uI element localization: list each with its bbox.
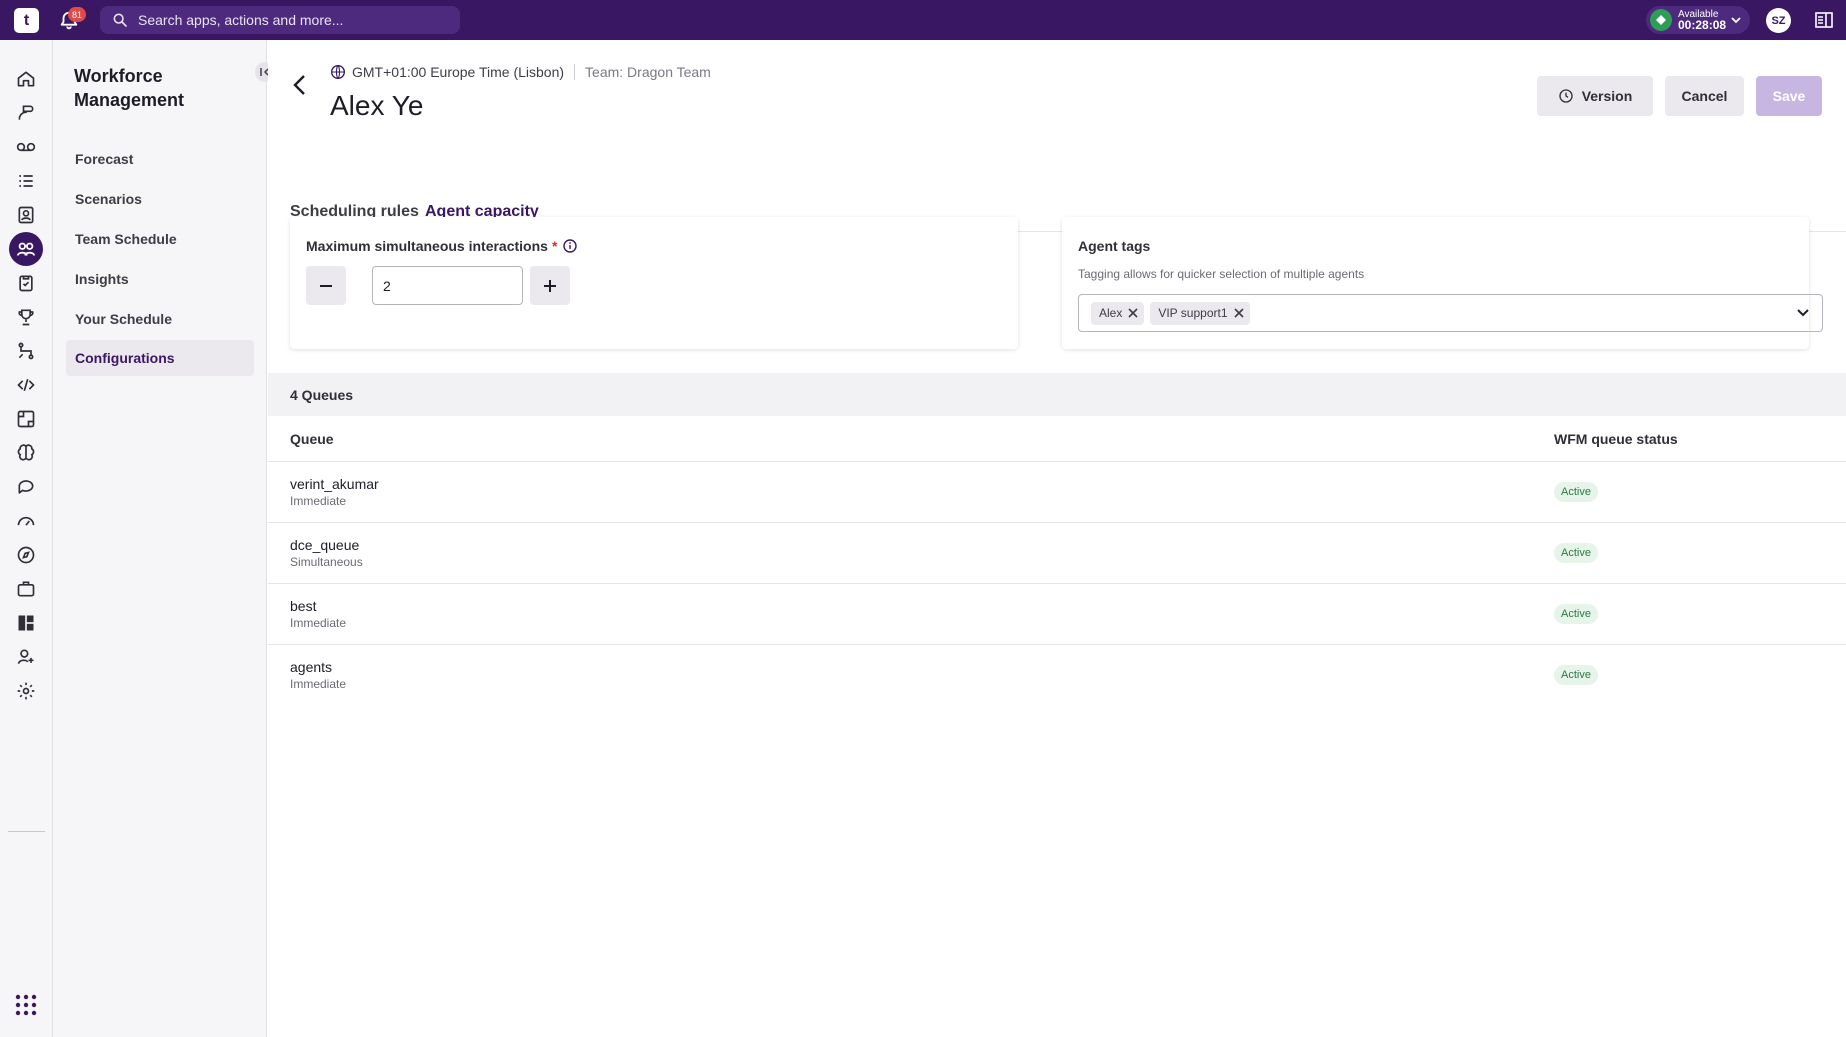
remove-tag-icon[interactable] (1128, 308, 1138, 318)
gauge-icon[interactable] (9, 504, 43, 538)
queue-table-header: Queue WFM queue status (268, 416, 1846, 462)
capacity-input[interactable] (372, 266, 523, 305)
section-title: Workforce Management (74, 66, 185, 110)
side-panel-icon[interactable] (1815, 11, 1833, 29)
trophy-icon[interactable] (9, 300, 43, 334)
nav-item-configurations[interactable]: Configurations (66, 340, 254, 376)
nav-item-your-schedule[interactable]: Your Schedule (66, 301, 254, 337)
agent-tags-select[interactable]: Alex VIP support1 (1078, 294, 1823, 332)
routing-icon[interactable] (9, 334, 43, 368)
agent-status-selector[interactable]: Available 00:28:08 (1646, 6, 1750, 34)
tag-chip-label: VIP support1 (1158, 306, 1228, 320)
table-row[interactable]: verint_akumar Immediate Active (268, 462, 1846, 523)
briefcase-icon[interactable] (9, 572, 43, 606)
voicemail-icon[interactable] (9, 130, 43, 164)
section-nav: Workforce Management Forecast Scenarios … (53, 40, 275, 1037)
header-meta: GMT+01:00 Europe Time (Lisbon) Team: Dra… (330, 64, 711, 80)
queue-name: dce_queue (290, 537, 360, 553)
chat-icon[interactable] (9, 470, 43, 504)
available-status-icon (1650, 9, 1672, 31)
search-icon (112, 12, 128, 28)
clipboard-icon[interactable] (9, 266, 43, 300)
required-mark: * (551, 238, 558, 254)
compass-icon[interactable] (9, 538, 43, 572)
tag-chip-label: Alex (1099, 306, 1123, 320)
capacity-label: Maximum simultaneous interactions (306, 238, 548, 254)
brain-icon[interactable] (9, 436, 43, 470)
remove-tag-icon[interactable] (1233, 308, 1244, 318)
agent-tags-card: Agent tags Tagging allows for quicker se… (1062, 217, 1823, 349)
queue-type: Immediate (290, 677, 347, 691)
contacts-book-icon[interactable] (9, 198, 43, 232)
nav-item-scenarios[interactable]: Scenarios (66, 181, 254, 217)
search-input[interactable] (138, 12, 438, 28)
code-icon[interactable] (9, 368, 43, 402)
column-header-status: WFM queue status (1554, 431, 1678, 447)
contact-icon[interactable] (9, 96, 43, 130)
meta-divider (574, 64, 576, 80)
agent-tags-label: Agent tags (1078, 238, 1151, 254)
info-icon[interactable] (563, 239, 578, 253)
status-badge: Active (1554, 543, 1598, 563)
app-rail (0, 40, 53, 1037)
layout-icon[interactable] (9, 402, 43, 436)
queue-type: Immediate (290, 616, 347, 630)
list-icon[interactable] (9, 164, 43, 198)
queue-name: best (290, 598, 317, 614)
tag-chip: VIP support1 (1150, 301, 1250, 325)
timezone-label: GMT+01:00 Europe Time (Lisbon) (352, 64, 565, 80)
user-avatar[interactable]: SZ (1766, 8, 1791, 33)
minus-icon (320, 284, 332, 287)
nav-item-team-schedule[interactable]: Team Schedule (66, 221, 254, 257)
nav-item-forecast[interactable]: Forecast (66, 141, 254, 177)
queue-name: verint_akumar (290, 476, 379, 492)
home-icon[interactable] (9, 62, 43, 96)
nav-item-insights[interactable]: Insights (66, 261, 254, 297)
capacity-card: Maximum simultaneous interactions * (290, 217, 1018, 349)
capacity-label-row: Maximum simultaneous interactions * (306, 238, 578, 254)
chevron-down-icon[interactable] (1796, 306, 1810, 320)
chevron-down-icon (1730, 15, 1742, 25)
queue-type: Simultaneous (290, 555, 363, 569)
status-badge: Active (1554, 482, 1598, 502)
globe-icon (330, 64, 346, 80)
status-timer: 00:28:08 (1678, 18, 1727, 32)
apps-grid-icon[interactable] (15, 994, 37, 1016)
notification-badge: 81 (68, 7, 86, 22)
agent-tags-helper: Tagging allows for quicker selection of … (1078, 267, 1365, 281)
back-arrow-icon[interactable] (290, 73, 310, 97)
plus-icon (544, 279, 556, 292)
app-logo[interactable]: t (14, 8, 39, 33)
table-row[interactable]: agents Immediate Active (268, 645, 1846, 706)
team-label: Team: Dragon Team (585, 64, 711, 80)
decrement-button[interactable] (306, 266, 346, 305)
cancel-button[interactable]: Cancel (1665, 76, 1744, 116)
increment-button[interactable] (530, 266, 570, 305)
global-search[interactable] (100, 6, 460, 34)
status-badge: Active (1554, 604, 1598, 624)
user-settings-icon[interactable] (9, 640, 43, 674)
version-label: Version (1581, 88, 1633, 104)
table-row[interactable]: dce_queue Simultaneous Active (268, 523, 1846, 584)
clock-icon (1559, 89, 1573, 103)
page-title: Alex Ye (330, 90, 424, 121)
rail-divider (8, 831, 45, 832)
queue-count-header: 4 Queues (268, 373, 1846, 416)
column-header-queue: Queue (290, 431, 334, 447)
status-badge: Active (1554, 665, 1598, 685)
workforce-icon[interactable] (9, 232, 43, 266)
tag-chip: Alex (1091, 301, 1145, 325)
table-row[interactable]: best Immediate Active (268, 584, 1846, 645)
queue-name: agents (290, 659, 333, 675)
main-content: GMT+01:00 Europe Time (Lisbon) Team: Dra… (268, 40, 1846, 1037)
queue-type: Immediate (290, 494, 347, 508)
save-button[interactable]: Save (1756, 76, 1822, 116)
top-bar: t 81 Available 00:28:08 SZ (0, 0, 1846, 40)
gear-icon[interactable] (9, 674, 43, 708)
dashboard-icon[interactable] (9, 606, 43, 640)
version-button[interactable]: Version (1537, 76, 1653, 116)
